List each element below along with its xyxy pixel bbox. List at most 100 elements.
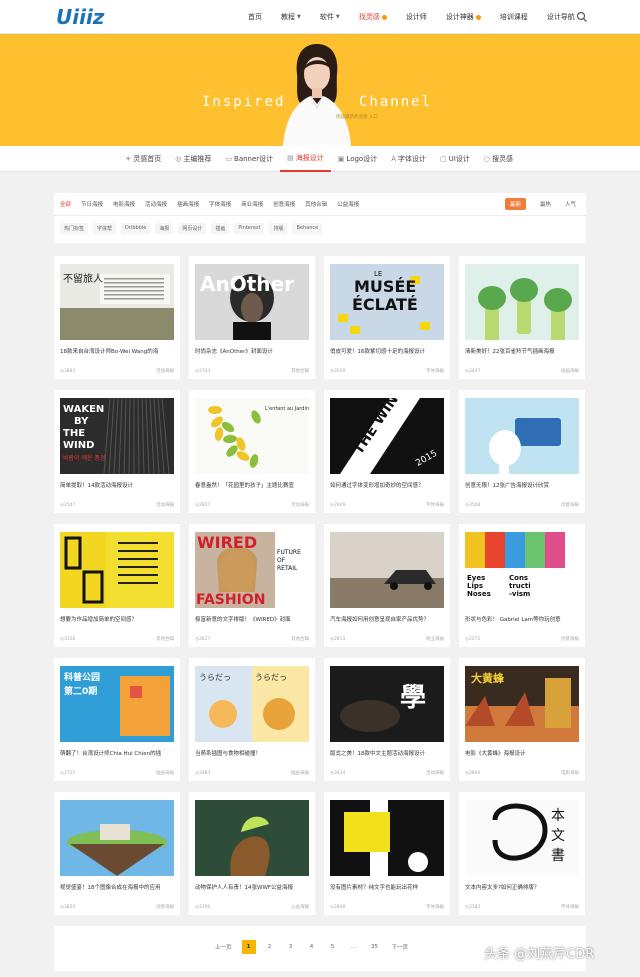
- subnav-item-1[interactable]: ◎ 主编推荐: [168, 146, 218, 172]
- filter-tab[interactable]: 创意海报: [273, 200, 295, 208]
- subnav-item-0[interactable]: ☀ 灵感首页: [118, 146, 168, 172]
- poster-title[interactable]: 当萌系插图与食物相碰撞！: [195, 749, 309, 757]
- poster-title[interactable]: 18款来自台湾设计师Bo-Wei Wang的海: [60, 347, 174, 355]
- poster-card[interactable]: 视觉盛宴！18个图像合成在海报中的应用 ◎ 3850 创意海报: [54, 792, 180, 915]
- subnav-item-3[interactable]: ▤ 海报设计: [280, 146, 331, 172]
- poster-thumbnail[interactable]: [195, 800, 309, 876]
- filter-tab[interactable]: 公益海报: [337, 200, 359, 208]
- poster-title[interactable]: 极富新意的文字排版！《WIRED》封面: [195, 615, 309, 623]
- page-number[interactable]: 1: [241, 940, 256, 954]
- tag-chip[interactable]: 排版: [269, 223, 288, 234]
- poster-title[interactable]: 电影《大黄蜂》海报设计: [465, 749, 579, 757]
- poster-card[interactable]: うらだっ うらだっ 当萌系插图与食物相碰撞！ ◎ 3383 插画海报: [189, 658, 315, 781]
- poster-thumbnail[interactable]: Eyes Lips Noses Cons tructi -vism: [465, 532, 579, 608]
- sort-option[interactable]: 最新: [504, 198, 526, 210]
- sort-option[interactable]: 人气: [565, 200, 576, 208]
- card-category[interactable]: 创意海报: [561, 502, 579, 508]
- poster-thumbnail[interactable]: WIRED FASHION FUTURE OF RETAIL: [195, 532, 309, 608]
- poster-title[interactable]: 创意无限！12张广告海报设计欣赏: [465, 481, 579, 489]
- poster-card[interactable]: 创意无限！12张广告海报设计欣赏 ◎ 3508 创意海报: [459, 390, 585, 513]
- poster-thumbnail[interactable]: [330, 800, 444, 876]
- poster-title[interactable]: 视觉盛宴！18个图像合成在海报中的应用: [60, 883, 174, 891]
- page-number[interactable]: 4: [305, 940, 319, 954]
- filter-tab[interactable]: 活动海报: [145, 200, 167, 208]
- card-category[interactable]: 活动海报: [156, 502, 174, 508]
- poster-card[interactable]: 科普公园 第二0期 萌翻了！台湾设计师Chia Hui Chien的插 ◎ 2721 插画…: [54, 658, 180, 781]
- poster-card[interactable]: 想要为作品增加简单的空间感？ ◎ 3356 其他合辑: [54, 524, 180, 647]
- poster-card[interactable]: LE MUSÉE ÉCLATÉ 俏皮可爱！16款紫切感十足的海报设计 ◎ 3509 字体海报: [324, 256, 450, 379]
- nav-item-2[interactable]: 软件 ▼: [320, 12, 340, 22]
- filter-tab[interactable]: 其他合辑: [305, 200, 327, 208]
- nav-item-1[interactable]: 教程 ▼: [281, 12, 301, 22]
- poster-card[interactable]: 本文書文本内容太多?如何正确排版？ ◎ 3183 字体海报: [459, 792, 585, 915]
- card-category[interactable]: 字体海报: [561, 904, 579, 910]
- poster-thumbnail[interactable]: 本文書: [465, 800, 579, 876]
- poster-title[interactable]: 动物保护人人有责！14张WWF公益海报: [195, 883, 309, 891]
- poster-card[interactable]: WIRED FASHION FUTURE OF RETAIL 极富新意的文字排版！《WIR…: [189, 524, 315, 647]
- nav-item-7[interactable]: 设计导航: [547, 12, 575, 22]
- card-category[interactable]: 其他合辑: [156, 636, 174, 642]
- prev-page-button[interactable]: 上一页: [212, 940, 235, 954]
- banner[interactable]: Inspired Channel 优设最新的灵感 入口: [0, 34, 640, 146]
- poster-title[interactable]: 没有图片素材？纯文字也能玩出花样: [330, 883, 444, 891]
- poster-card[interactable]: 清新美好！22张百雀羚节气插画海报 ◎ 3447 插画海报: [459, 256, 585, 379]
- tag-chip[interactable]: 网页设计: [178, 223, 207, 234]
- poster-thumbnail[interactable]: THE WIND 2015: [330, 398, 444, 474]
- card-category[interactable]: 字体海报: [426, 368, 444, 374]
- search-icon[interactable]: [576, 11, 588, 23]
- page-number[interactable]: 35: [368, 940, 382, 954]
- poster-title[interactable]: 版式之美！18款中文主题活动海报设计: [330, 749, 444, 757]
- subnav-item-5[interactable]: A 字体设计: [384, 146, 433, 172]
- poster-title[interactable]: 简单提取！14款活动海报设计: [60, 481, 174, 489]
- poster-card[interactable]: 不留旅人 18款来自台湾设计师Bo-Wei Wang的海 ◎ 3883 活动海报: [54, 256, 180, 379]
- poster-title[interactable]: 春意盎然！「花园里的孩子」主题比赛宣: [195, 481, 309, 489]
- card-category[interactable]: 其他合辑: [291, 636, 309, 642]
- filter-tab[interactable]: 插画海报: [177, 200, 199, 208]
- poster-thumbnail[interactable]: [60, 532, 174, 608]
- card-category[interactable]: 插画海报: [561, 368, 579, 374]
- next-page-button[interactable]: 下一页: [389, 940, 412, 954]
- poster-title[interactable]: 时尚杂志《AnOther》封面设计: [195, 347, 309, 355]
- card-category[interactable]: 字体海报: [426, 904, 444, 910]
- filter-tab[interactable]: 商业海报: [241, 200, 263, 208]
- site-logo[interactable]: Uiiiz: [54, 5, 116, 29]
- poster-card[interactable]: AnOther 时尚杂志《AnOther》封面设计 ◎ 2743 其他合辑: [189, 256, 315, 379]
- card-category[interactable]: 电影海报: [561, 770, 579, 776]
- poster-thumbnail[interactable]: WAKEN BY THE WIND 비람이 깨운 풍경: [60, 398, 174, 474]
- poster-card[interactable]: WAKEN BY THE WIND 비람이 깨운 풍경 简单提取！14款活动海报设计 ◎ 25…: [54, 390, 180, 513]
- poster-card[interactable]: THE WIND 2015 如何通过字体变形增加奇妙的空间感？ ◎ 2929 字体海报: [324, 390, 450, 513]
- subnav-item-2[interactable]: ▭ Banner设计: [218, 146, 280, 172]
- poster-title[interactable]: 萌翻了！台湾设计师Chia Hui Chien的插: [60, 749, 174, 757]
- filter-tab[interactable]: 字体海报: [209, 200, 231, 208]
- poster-thumbnail[interactable]: 大黄蜂: [465, 666, 579, 742]
- tag-chip[interactable]: Dribbble: [121, 223, 151, 234]
- poster-title[interactable]: 汽车海报如何用创意呈现自家产品优势？: [330, 615, 444, 623]
- poster-card[interactable]: 學版式之美！18款中文主题活动海报设计 ◎ 3634 活动海报: [324, 658, 450, 781]
- tag-chip[interactable]: Pinterest: [234, 223, 265, 234]
- card-category[interactable]: 商业海报: [426, 636, 444, 642]
- poster-card[interactable]: L'enfant au Jardin 春意盎然！「花园里的孩子」主题比赛宣 ◎ 282…: [189, 390, 315, 513]
- poster-thumbnail[interactable]: [330, 532, 444, 608]
- page-number[interactable]: 5: [326, 940, 340, 954]
- page-number[interactable]: 3: [284, 940, 298, 954]
- subnav-item-6[interactable]: ▢ UI设计: [433, 146, 477, 172]
- subnav-item-4[interactable]: ▣ Logo设计: [331, 146, 384, 172]
- filter-tab[interactable]: 节日海报: [81, 200, 103, 208]
- poster-thumbnail[interactable]: 不留旅人: [60, 264, 174, 340]
- subnav-item-7[interactable]: ○ 搜灵感: [477, 146, 520, 172]
- poster-card[interactable]: 汽车海报如何用创意呈现自家产品优势？ ◎ 2813 商业海报: [324, 524, 450, 647]
- poster-thumbnail[interactable]: 學: [330, 666, 444, 742]
- poster-title[interactable]: 形状与色彩！ Gabriel Lam等你玩创意: [465, 615, 579, 623]
- tag-chip[interactable]: 插画: [211, 223, 230, 234]
- tag-chip[interactable]: 字体帮: [93, 223, 117, 234]
- tag-chip[interactable]: Behance: [292, 223, 323, 234]
- nav-item-3[interactable]: 找灵感: [359, 12, 387, 22]
- card-category[interactable]: 创意海报: [561, 636, 579, 642]
- poster-thumbnail[interactable]: [60, 800, 174, 876]
- poster-title[interactable]: 清新美好！22张百雀羚节气插画海报: [465, 347, 579, 355]
- poster-thumbnail[interactable]: [465, 264, 579, 340]
- poster-card[interactable]: 没有图片素材？纯文字也能玩出花样 ◎ 2849 字体海报: [324, 792, 450, 915]
- filter-tab[interactable]: 全部: [60, 200, 71, 208]
- card-category[interactable]: 活动海报: [156, 368, 174, 374]
- tag-chip[interactable]: 海报: [155, 223, 174, 234]
